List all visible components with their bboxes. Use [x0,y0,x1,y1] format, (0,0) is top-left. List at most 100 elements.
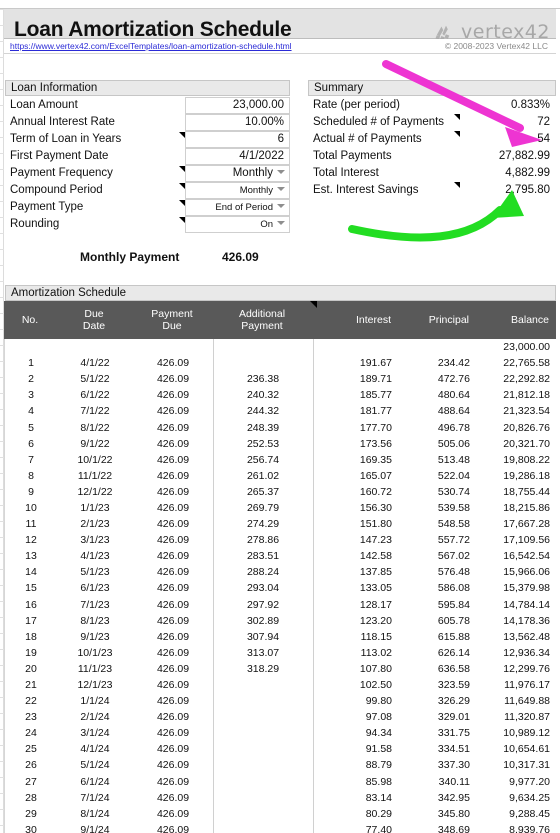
cell-interest: 118.15 [360,630,392,643]
column-header-text: Principal [428,314,469,326]
cell-additional: 269.79 [246,501,280,514]
cell-payment_due: 426.09 [156,775,190,788]
table-row: 22 1/1/24 426.09 99.80 326.29 11,649.88 [5,693,556,709]
cell-interest: 99.80 [365,695,392,708]
cell-principal: 326.29 [437,695,470,708]
cell-interest: 169.35 [359,453,392,466]
loan-info-input[interactable]: 4/1/2022 [185,148,290,165]
cell-due_date: 5/1/23 [80,566,110,579]
loan-info-label: Payment Frequency [10,167,113,179]
chevron-down-icon[interactable] [277,204,285,208]
cell-no: 15 [25,582,37,595]
cell-interest: 88.79 [365,759,392,772]
cell-balance: 15,966.06 [503,566,550,579]
cell-balance: 15,379.98 [503,582,550,595]
template-url-link[interactable]: https://www.vertex42.com/ExcelTemplates/… [10,41,292,51]
chevron-down-icon[interactable] [277,187,285,191]
summary-label: Scheduled # of Payments [313,116,445,128]
cell-interest: 173.56 [359,437,392,450]
cell-due_date: 3/1/23 [80,534,110,547]
cell-due_date: 12/1/22 [77,485,113,498]
cell-no: 19 [25,646,37,659]
cell-payment_due: 426.09 [156,534,190,547]
loan-info-dropdown[interactable]: Monthly [179,165,290,182]
cell-payment_due: 426.09 [156,357,190,370]
cell-payment_due: 426.09 [156,711,190,724]
cell-balance: 16,542.54 [503,550,550,563]
loan-info-dropdown[interactable]: On [179,216,290,233]
summary-section-title: Summary [308,80,556,96]
cell-no: 9 [28,485,34,498]
summary-label: Actual # of Payments [313,133,422,145]
cell-balance: 10,654.61 [503,743,550,756]
cell-interest: 185.77 [359,389,392,402]
loan-info-dropdown[interactable]: End of Period [179,199,290,216]
cell-due_date: 10/1/23 [77,646,113,659]
cell-no: 8 [28,469,34,482]
column-separator [313,339,314,833]
cell-additional: 302.89 [246,614,280,627]
cell-interest: 80.29 [365,807,392,820]
loan-info-input[interactable]: 10.00% [185,114,290,131]
cell-due_date: 3/1/24 [80,727,110,740]
cell-balance: 13,562.48 [503,630,550,643]
comment-marker-icon [454,114,460,120]
table-row: 20 11/1/23 426.09 318.29 107.80 636.58 12,299.… [5,661,556,677]
cell-interest: 156.30 [359,501,392,514]
summary-row-4: Total Interest 4,882.99 [308,165,556,182]
cell-principal: 334.51 [437,743,470,756]
table-row: 16 7/1/23 426.09 297.92 128.17 595.84 14,784.1… [5,597,556,613]
cell-balance: 23,000.00 [503,341,550,354]
table-row: 4 7/1/22 426.09 244.32 181.77 488.64 21,323.54 [5,403,556,419]
loan-info-label: Loan Amount [10,99,78,111]
column-header-text: Balance [511,314,549,326]
cell-balance: 9,288.45 [509,807,550,820]
loan-info-label: Rounding [10,218,60,230]
cell-additional: 307.94 [246,630,280,643]
cell-additional: 248.39 [246,421,280,434]
loan-info-dropdown[interactable]: Monthly [179,182,290,199]
cell-no: 21 [25,679,37,692]
cell-balance: 9,977.20 [509,775,550,788]
cell-balance: 22,765.58 [503,357,550,370]
summary-row-5: Est. Interest Savings 2,795.80 [308,182,556,199]
cell-due_date: 1/1/23 [80,501,110,514]
cell-due_date: 5/1/22 [80,373,110,386]
cell-interest: 94.34 [365,727,392,740]
table-row: 12 3/1/23 426.09 278.86 147.23 557.72 17,109.5… [5,532,556,548]
loan-info-input[interactable]: 6 [179,131,290,148]
column-separator [213,339,214,833]
cell-payment_due: 426.09 [156,823,190,833]
cell-additional: 256.74 [246,453,280,466]
comment-marker-icon [179,166,185,172]
loan-info-row-2: Term of Loan in Years 6 [5,131,290,148]
cell-additional: 265.37 [246,485,280,498]
comment-marker-icon [179,200,185,206]
loan-info-label: First Payment Date [10,150,109,162]
chevron-down-icon[interactable] [277,170,285,174]
summary-value: 27,882.99 [498,150,550,162]
table-row: 25 4/1/24 426.09 91.58 334.51 10,654.61 [5,741,556,757]
cell-balance: 18,755.44 [503,485,550,498]
cell-interest: 177.70 [359,421,392,434]
cell-balance: 21,323.54 [503,405,550,418]
cell-payment_due: 426.09 [156,485,190,498]
loan-info-input[interactable]: 23,000.00 [185,97,290,114]
spreadsheet-cell-strip [0,0,560,9]
cell-additional: 313.07 [246,646,280,659]
cell-no: 1 [28,357,34,370]
summary-label: Total Payments [313,150,392,162]
cell-payment_due: 426.09 [156,373,190,386]
cell-no: 30 [25,823,37,833]
cell-no: 7 [28,453,34,466]
cell-additional: 252.53 [246,437,280,450]
comment-marker-icon [454,97,460,103]
cell-balance: 17,667.28 [503,518,550,531]
cell-balance: 9,634.25 [509,791,550,804]
cell-payment_due: 426.09 [156,695,190,708]
cell-principal: 586.08 [437,582,470,595]
chevron-down-icon[interactable] [277,221,285,225]
cell-due_date: 11/1/22 [77,469,113,482]
cell-additional: 283.51 [246,550,280,563]
cell-due_date: 8/1/22 [80,421,110,434]
